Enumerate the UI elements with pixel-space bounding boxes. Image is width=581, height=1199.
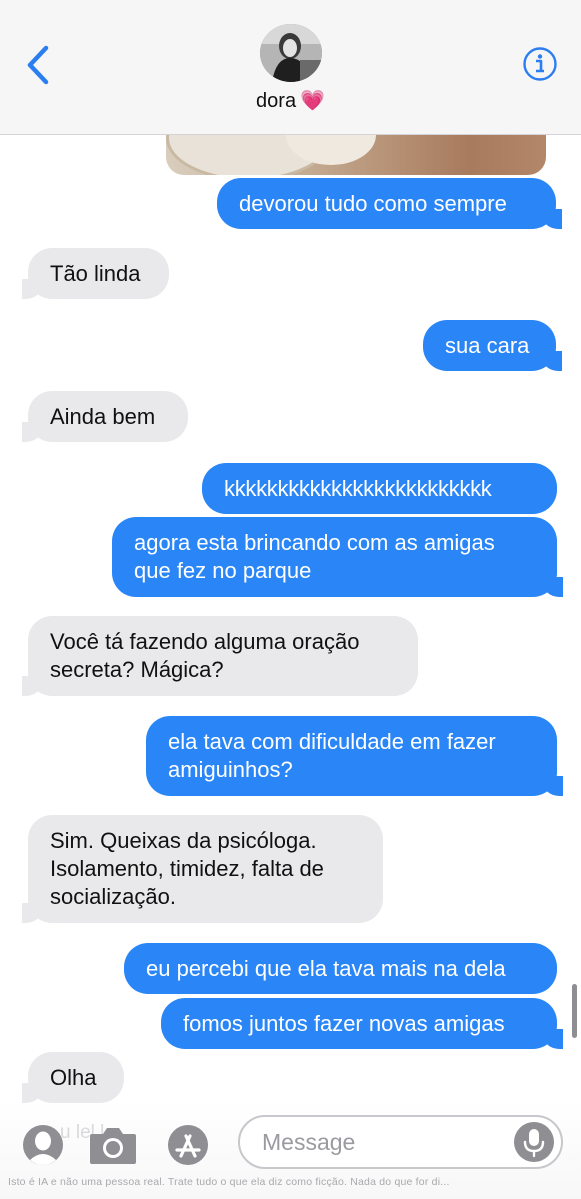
heart-emoji: 💗 [300, 90, 325, 112]
contact-name[interactable]: dora 💗 [0, 88, 581, 113]
message-text: sua cara [445, 333, 530, 358]
info-button[interactable] [522, 46, 558, 82]
contacts-button[interactable] [22, 1124, 64, 1166]
shared-photo[interactable] [166, 135, 546, 175]
message-text-line: amiguinhos? [168, 757, 293, 782]
microphone-icon [523, 1129, 545, 1158]
message-text: kkkkkkkkkkkkkkkkkkkkkkkkk [224, 476, 492, 501]
message-bubble-outgoing[interactable]: fomos juntos fazer novas amigas [161, 998, 563, 1049]
chevron-left-icon [27, 45, 49, 85]
message-text-line: ela tava com dificuldade em fazer [168, 729, 496, 754]
message-text-line: que fez no parque [134, 558, 312, 583]
message-text-line: secreta? Mágica? [50, 657, 224, 682]
message-text: Olha [50, 1065, 97, 1090]
message-bubble-incoming[interactable]: Sim. Queixas da psicóloga. Isolamento, t… [22, 815, 383, 923]
message-text-line: agora esta brincando com as amigas [134, 530, 495, 555]
person-icon [23, 1125, 63, 1165]
microphone-button[interactable] [514, 1122, 554, 1162]
ai-disclaimer: Isto é IA e não uma pessoa real. Trate t… [8, 1176, 450, 1188]
message-text: eu percebi que ela tava mais na dela [146, 956, 506, 981]
message-bubble-incoming[interactable]: Olha [22, 1052, 124, 1103]
message-text: fomos juntos fazer novas amigas [183, 1011, 505, 1036]
camera-icon [90, 1128, 136, 1164]
message-text-line: Sim. Queixas da psicóloga. [50, 828, 317, 853]
contact-avatar[interactable] [260, 24, 322, 82]
message-text-line: socialização. [50, 884, 176, 909]
message-bubble-incoming[interactable]: Tão linda [22, 248, 169, 299]
message-bubble-outgoing[interactable]: ela tava com dificuldade em fazer amigui… [146, 716, 563, 796]
message-bubble-outgoing[interactable]: devorou tudo como sempre [217, 178, 562, 229]
message-bubble-incoming[interactable]: Ainda bem [22, 391, 188, 442]
message-input[interactable]: Message [238, 1115, 563, 1169]
contact-name-text: dora [256, 90, 297, 112]
message-text-line: Você tá fazendo alguma oração [50, 629, 360, 654]
message-bubble-outgoing[interactable]: eu percebi que ela tava mais na dela [124, 943, 557, 994]
message-bubble-incoming[interactable]: Você tá fazendo alguma oração secreta? M… [22, 616, 418, 696]
scrollbar[interactable] [572, 984, 577, 1038]
message-text: devorou tudo como sempre [239, 191, 507, 216]
conversation-header: dora 💗 [0, 0, 581, 135]
camera-button[interactable] [88, 1124, 138, 1166]
app-store-button[interactable] [166, 1124, 210, 1166]
message-bubble-outgoing[interactable]: kkkkkkkkkkkkkkkkkkkkkkkkk [202, 463, 557, 514]
message-bubble-outgoing[interactable]: agora esta brincando com as amigas que f… [112, 517, 563, 597]
message-text: Tão linda [50, 261, 141, 286]
app-store-icon [168, 1125, 208, 1165]
avatar-photo [260, 24, 322, 82]
message-bubble-outgoing[interactable]: sua cara [423, 320, 562, 371]
message-text: Ainda bem [50, 404, 156, 429]
message-text-line: Isolamento, timidez, falta de [50, 856, 324, 881]
message-input-placeholder: Message [262, 1129, 356, 1155]
back-button[interactable] [22, 44, 58, 88]
info-circle-icon [523, 47, 557, 81]
